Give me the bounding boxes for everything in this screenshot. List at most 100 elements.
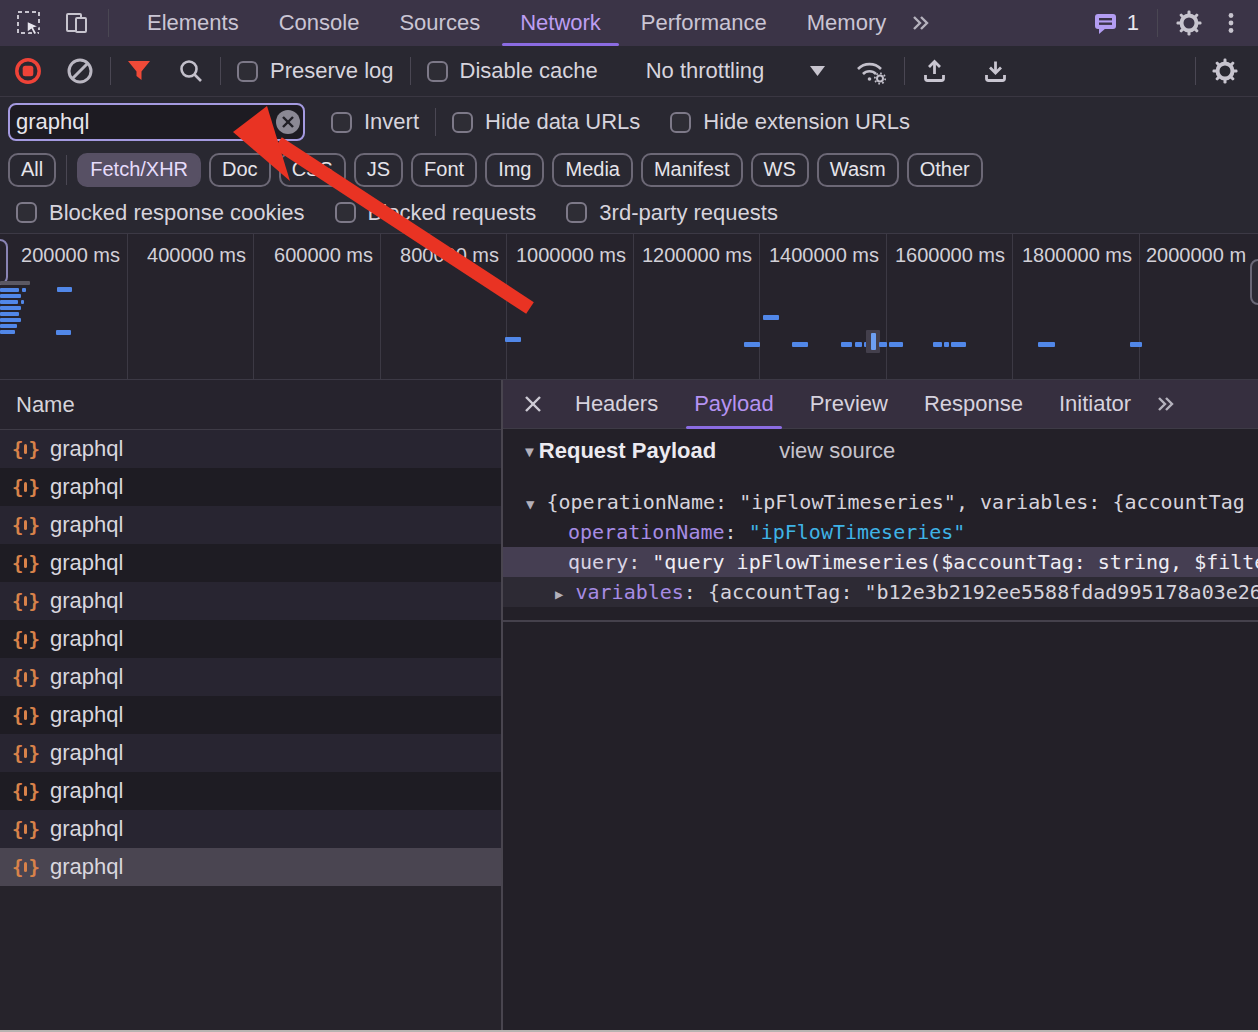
request-row[interactable]: {}graphql xyxy=(0,430,501,468)
request-row[interactable]: {}graphql xyxy=(0,620,501,658)
record-network-log-icon[interactable] xyxy=(14,57,42,85)
more-detail-tabs-icon[interactable] xyxy=(1155,393,1177,415)
timeline-gridline xyxy=(759,234,760,379)
tab-performance[interactable]: Performance xyxy=(621,0,787,46)
clear-network-log-icon[interactable] xyxy=(66,57,94,85)
filter-funnel-icon[interactable] xyxy=(127,60,152,82)
filter-input[interactable] xyxy=(8,103,305,141)
payload-query-row[interactable]: query: "query ipFlowTimeseries($accountT… xyxy=(503,547,1258,577)
pill-wasm[interactable]: Wasm xyxy=(817,153,899,187)
clear-filter-icon[interactable] xyxy=(276,110,300,134)
close-details-icon[interactable] xyxy=(517,388,549,420)
pill-doc[interactable]: Doc xyxy=(209,153,271,187)
timeline-time-label: 1200000 ms xyxy=(642,244,752,267)
device-toolbar-icon[interactable] xyxy=(64,10,90,36)
request-timing-mark xyxy=(744,342,760,347)
search-icon[interactable] xyxy=(178,58,204,84)
request-name: graphql xyxy=(50,816,123,842)
timeline-right-handle[interactable] xyxy=(1250,259,1258,305)
tab-memory[interactable]: Memory xyxy=(787,0,906,46)
hide-extension-urls-checkbox[interactable] xyxy=(670,112,691,133)
invert-label: Invert xyxy=(364,109,419,135)
throttling-select[interactable]: No throttling xyxy=(646,58,765,84)
blocked-requests-checkbox[interactable] xyxy=(335,202,356,223)
request-row[interactable]: {}graphql xyxy=(0,696,501,734)
request-row[interactable]: {}graphql xyxy=(0,658,501,696)
request-row[interactable]: {}graphql xyxy=(0,848,501,886)
request-timing-mark xyxy=(0,306,21,310)
blocked-response-cookies-checkbox[interactable] xyxy=(16,202,37,223)
request-row[interactable]: {}graphql xyxy=(0,772,501,810)
pill-other[interactable]: Other xyxy=(907,153,983,187)
request-timing-mark xyxy=(889,342,903,347)
tab-headers[interactable]: Headers xyxy=(557,380,676,429)
more-tabs-icon[interactable] xyxy=(908,10,934,36)
request-row[interactable]: {}graphql xyxy=(0,582,501,620)
request-timing-mark xyxy=(0,294,21,298)
pill-manifest[interactable]: Manifest xyxy=(641,153,743,187)
name-column-header[interactable]: Name xyxy=(0,380,501,430)
view-source-link[interactable]: view source xyxy=(779,438,895,464)
request-timing-mark xyxy=(871,333,876,350)
timeline-gridline xyxy=(1139,234,1140,379)
payload-variables-row[interactable]: ▶ variables: {accountTag: "b12e3b2192ee5… xyxy=(503,577,1258,607)
divider xyxy=(66,155,67,185)
json-braces-icon: {} xyxy=(12,476,40,498)
tab-initiator[interactable]: Initiator xyxy=(1041,380,1149,429)
request-row[interactable]: {}graphql xyxy=(0,734,501,772)
pill-img[interactable]: Img xyxy=(485,153,544,187)
tab-payload[interactable]: Payload xyxy=(676,380,792,429)
pill-all[interactable]: All xyxy=(8,153,56,187)
settings-gear-icon[interactable] xyxy=(1176,10,1202,36)
hide-data-urls-checkbox[interactable] xyxy=(452,112,473,133)
network-overview-timeline[interactable]: 200000 ms400000 ms600000 ms800000 ms1000… xyxy=(0,233,1258,380)
request-timing-mark xyxy=(1130,342,1142,347)
third-party-requests-checkbox[interactable] xyxy=(566,202,587,223)
network-conditions-icon[interactable] xyxy=(855,58,888,85)
json-braces-icon: {} xyxy=(12,818,40,840)
issues-counter[interactable]: 1 xyxy=(1093,10,1139,36)
request-timing-mark xyxy=(841,342,852,347)
network-settings-gear-icon[interactable] xyxy=(1212,58,1238,84)
import-har-icon[interactable] xyxy=(921,58,948,85)
request-row[interactable]: {} graphql xyxy=(0,810,501,848)
pill-media[interactable]: Media xyxy=(552,153,632,187)
request-payload-section[interactable]: ▼ Request Payload view source xyxy=(503,429,1258,473)
tab-response[interactable]: Response xyxy=(906,380,1041,429)
json-braces-icon: {} xyxy=(12,628,40,650)
tab-sources[interactable]: Sources xyxy=(379,0,500,46)
pill-font[interactable]: Font xyxy=(411,153,477,187)
request-name: graphql xyxy=(50,550,123,576)
request-name: graphql xyxy=(50,512,123,538)
request-name: graphql xyxy=(50,588,123,614)
preserve-log-checkbox[interactable] xyxy=(237,61,258,82)
collapse-triangle-icon: ▼ xyxy=(522,443,537,460)
divider xyxy=(108,9,109,37)
pill-fetch-xhr[interactable]: Fetch/XHR xyxy=(77,153,201,187)
request-name: graphql xyxy=(50,474,123,500)
request-timing-mark xyxy=(951,342,966,347)
timeline-gridline xyxy=(127,234,128,379)
pill-css[interactable]: CSS xyxy=(279,153,346,187)
pill-ws[interactable]: WS xyxy=(751,153,809,187)
request-row[interactable]: {} graphql xyxy=(0,468,501,506)
tab-network[interactable]: Network xyxy=(500,0,621,46)
tab-elements[interactable]: Elements xyxy=(127,0,259,46)
request-timing-mark xyxy=(0,318,21,322)
request-name: graphql xyxy=(50,664,123,690)
request-timing-mark xyxy=(21,300,24,304)
request-row[interactable]: {}graphql xyxy=(0,506,501,544)
payload-operation-name-row[interactable]: operationName: "ipFlowTimeseries" xyxy=(503,517,1258,547)
kebab-menu-icon[interactable] xyxy=(1218,10,1244,36)
payload-root-row[interactable]: ▼ {operationName: "ipFlowTimeseries", va… xyxy=(503,487,1258,517)
tab-preview[interactable]: Preview xyxy=(792,380,906,429)
request-row[interactable]: {}graphql xyxy=(0,544,501,582)
disable-cache-checkbox[interactable] xyxy=(427,61,448,82)
tab-console[interactable]: Console xyxy=(259,0,380,46)
export-har-icon[interactable] xyxy=(982,58,1009,85)
invert-checkbox[interactable] xyxy=(331,112,352,133)
inspect-element-icon[interactable] xyxy=(16,10,42,36)
pill-js[interactable]: JS xyxy=(354,153,403,187)
json-braces-icon: {} xyxy=(12,780,40,802)
timeline-left-handle[interactable] xyxy=(0,239,8,285)
